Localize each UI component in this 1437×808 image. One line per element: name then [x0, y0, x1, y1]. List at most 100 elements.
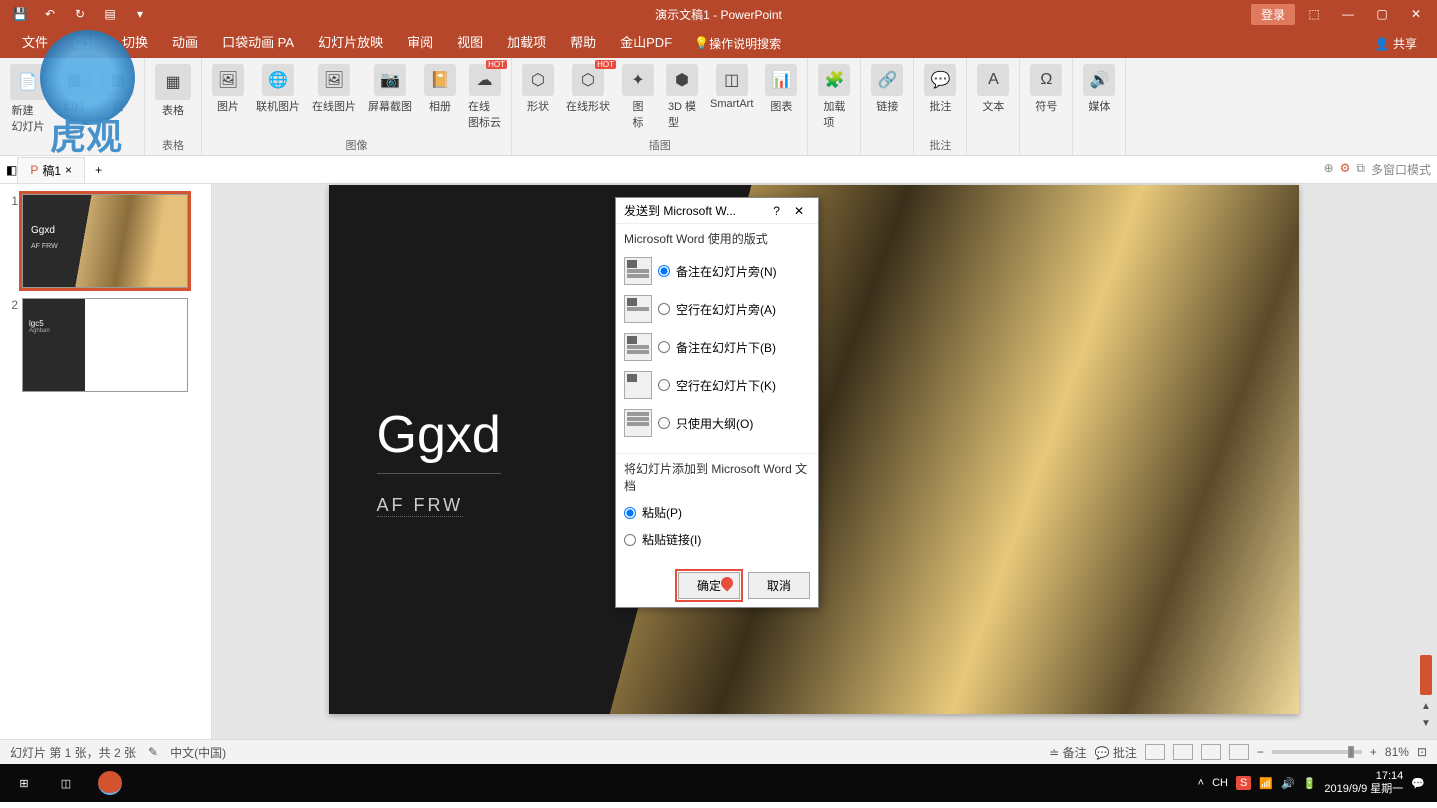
sogou-icon[interactable]: S	[1236, 776, 1251, 790]
zoom-slider[interactable]	[1272, 750, 1362, 754]
notifications-icon[interactable]: 💬	[1411, 777, 1425, 790]
slide-subtitle[interactable]: AF FRW	[377, 495, 464, 517]
zoom-level[interactable]: 81%	[1385, 745, 1409, 759]
tab-animations[interactable]: 动画	[160, 28, 210, 58]
start-button[interactable]: ⊞	[4, 777, 44, 790]
clock[interactable]: 17:14 2019/9/9 星期一	[1324, 770, 1403, 796]
doc-tab-close-icon[interactable]: ×	[65, 163, 72, 177]
qat-customize-icon[interactable]: ▾	[130, 7, 150, 21]
maximize-icon[interactable]: ▢	[1367, 7, 1397, 21]
outline-icon[interactable]: ◧	[6, 163, 17, 177]
login-button[interactable]: 登录	[1251, 4, 1295, 25]
radio-blank-below[interactable]	[658, 379, 670, 391]
fit-window-icon[interactable]: ⊡	[1417, 745, 1427, 759]
link-button[interactable]: 🔗链接	[867, 62, 907, 116]
shapes-button[interactable]: ⬡形状	[518, 62, 558, 116]
thumbnail-2[interactable]: lgc5 Aghban	[22, 298, 188, 392]
3d-model-button[interactable]: ⬢3D 模 型	[662, 62, 702, 132]
share-button[interactable]: 👤 共享	[1375, 35, 1437, 52]
option-notes-below[interactable]: 备注在幻灯片下(B)	[624, 333, 810, 361]
radio-notes-next[interactable]	[658, 265, 670, 277]
spell-check-icon[interactable]: ✎	[148, 745, 158, 759]
picture-button[interactable]: 🖼图片	[208, 62, 248, 116]
start-from-beginning-icon[interactable]: ▤	[100, 7, 120, 21]
tab-slideshow[interactable]: 幻灯片放映	[306, 28, 395, 58]
minimize-icon[interactable]: —	[1333, 7, 1363, 21]
add-tab-icon[interactable]: +	[85, 163, 112, 177]
thumbnail-1[interactable]: Ggxd AF FRW	[22, 194, 188, 288]
album-button[interactable]: 📔相册	[420, 62, 460, 116]
comments-toggle[interactable]: 💬 批注	[1095, 744, 1137, 761]
textbox-button[interactable]: A文本	[973, 62, 1013, 116]
dialog-help-icon[interactable]: ?	[765, 204, 788, 218]
tray-expand-icon[interactable]: ˄	[1198, 777, 1204, 789]
rail-up-icon[interactable]: ▲	[1421, 701, 1431, 712]
gear-icon[interactable]: ⚙	[1340, 161, 1351, 178]
group-illustrations-label: 插图	[518, 135, 801, 155]
ok-button[interactable]: 确定	[678, 572, 740, 599]
slide-title[interactable]: Ggxd	[377, 405, 501, 474]
online-picture-button[interactable]: 🌐联机图片	[252, 62, 304, 116]
radio-notes-below[interactable]	[658, 341, 670, 353]
screenshot-button[interactable]: 📷屏幕截图	[364, 62, 416, 116]
rail-down-icon[interactable]: ▼	[1421, 718, 1431, 729]
reading-view-icon[interactable]	[1201, 744, 1221, 760]
zoom-out-icon[interactable]: −	[1257, 745, 1264, 759]
tell-me-search[interactable]: 💡 操作说明搜索	[694, 35, 781, 52]
option-paste-link[interactable]: 粘贴链接(I)	[624, 531, 810, 548]
media-button[interactable]: 🔊媒体	[1079, 62, 1119, 116]
redo-icon[interactable]: ↻	[70, 7, 90, 21]
dialog-close-icon[interactable]: ✕	[788, 204, 810, 218]
cancel-button[interactable]: 取消	[748, 572, 810, 599]
target-icon[interactable]: ⊕	[1324, 161, 1334, 178]
sorter-view-icon[interactable]	[1173, 744, 1193, 760]
comment-button[interactable]: 💬批注	[920, 62, 960, 116]
network-icon[interactable]: 📶	[1259, 777, 1273, 790]
option-paste[interactable]: 粘贴(P)	[624, 504, 810, 521]
from-file-button[interactable]: 🖼在线图片	[308, 62, 360, 116]
option-outline-only[interactable]: 只使用大纲(O)	[624, 409, 810, 437]
dialog-titlebar[interactable]: 发送到 Microsoft W... ? ✕	[616, 198, 818, 224]
tab-addins[interactable]: 加载项	[495, 28, 558, 58]
powerpoint-task-icon[interactable]	[88, 764, 132, 802]
symbols-button[interactable]: Ω符号	[1026, 62, 1066, 116]
tab-jinshan[interactable]: 金山PDF	[608, 28, 684, 58]
addin-button[interactable]: 🧩加载 项	[814, 62, 854, 132]
option-blank-next[interactable]: 空行在幻灯片旁(A)	[624, 295, 810, 323]
table-button[interactable]: ▦表格	[151, 62, 195, 120]
radio-blank-next[interactable]	[658, 303, 670, 315]
normal-view-icon[interactable]	[1145, 744, 1165, 760]
zoom-slider-thumb[interactable]	[1348, 746, 1354, 758]
notes-toggle[interactable]: ≐ 备注	[1049, 744, 1086, 761]
radio-paste[interactable]	[624, 507, 636, 519]
chart-button[interactable]: 📊图表	[761, 62, 801, 116]
multiwindow-icon[interactable]: ⧉	[1356, 161, 1365, 178]
slideshow-view-icon[interactable]	[1229, 744, 1249, 760]
online-icons-button[interactable]: ☁在线 图标云	[464, 62, 505, 132]
tab-review[interactable]: 审阅	[395, 28, 445, 58]
undo-icon[interactable]: ↶	[40, 7, 60, 21]
close-icon[interactable]: ✕	[1401, 7, 1431, 21]
volume-icon[interactable]: 🔊	[1281, 777, 1295, 790]
tab-pocket[interactable]: 口袋动画 PA	[210, 28, 306, 58]
radio-paste-link[interactable]	[624, 534, 636, 546]
zoom-in-icon[interactable]: +	[1370, 745, 1377, 759]
ime-indicator[interactable]: CH	[1212, 777, 1228, 789]
save-icon[interactable]: 💾	[10, 7, 30, 21]
layout-icon-1	[624, 257, 652, 285]
multiwindow-label[interactable]: 多窗口模式	[1371, 161, 1431, 178]
ribbon-display-icon[interactable]: ⬚	[1299, 7, 1329, 21]
radio-outline-only[interactable]	[658, 417, 670, 429]
doc-tab[interactable]: P 稿1 ×	[17, 157, 85, 183]
icons-button[interactable]: ✦图 标	[618, 62, 658, 132]
comment-label: 批注	[929, 98, 951, 114]
option-blank-below[interactable]: 空行在幻灯片下(K)	[624, 371, 810, 399]
tab-view[interactable]: 视图	[445, 28, 495, 58]
tab-help[interactable]: 帮助	[558, 28, 608, 58]
battery-icon[interactable]: 🔋	[1303, 777, 1317, 790]
taskview-icon[interactable]: ◫	[44, 764, 88, 802]
online-shapes-button[interactable]: ⬡在线形状	[562, 62, 614, 116]
smartart-button[interactable]: ◫SmartArt	[706, 62, 757, 112]
language-label[interactable]: 中文(中国)	[170, 744, 226, 761]
option-notes-next[interactable]: 备注在幻灯片旁(N)	[624, 257, 810, 285]
